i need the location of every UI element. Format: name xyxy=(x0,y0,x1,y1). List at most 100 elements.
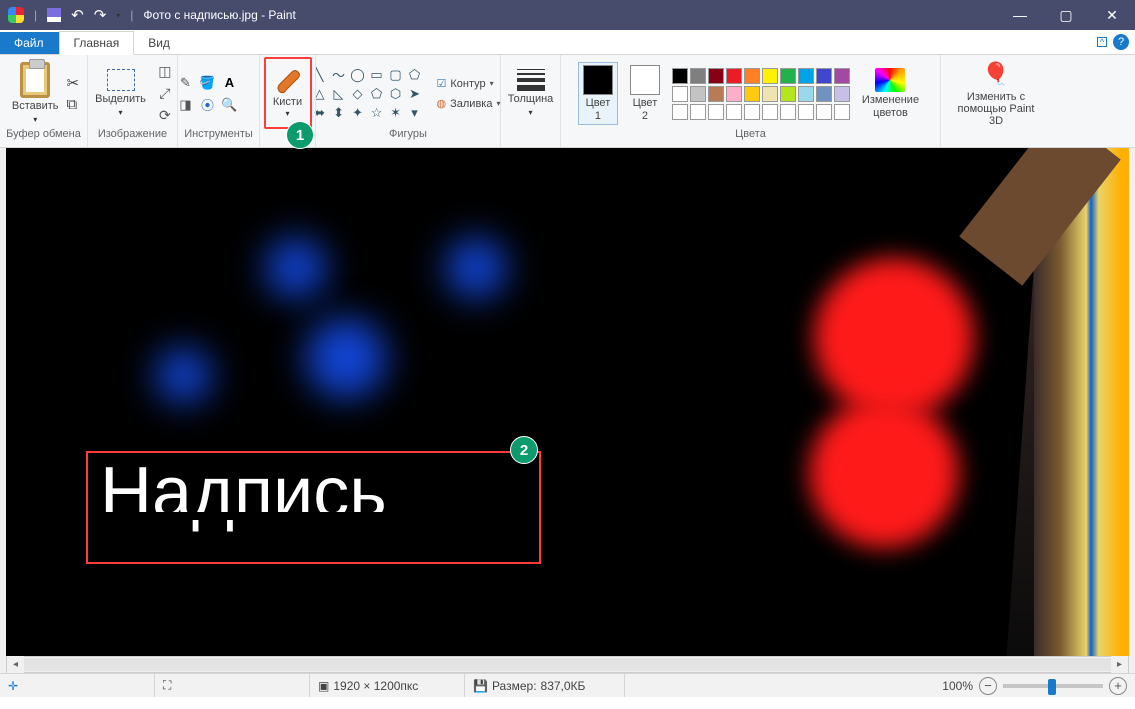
bucket-icon[interactable]: 🪣 xyxy=(199,74,217,92)
group-clipboard: Вставить▾ ✂ ⧉ Буфер обмена xyxy=(0,55,88,147)
qat-dropdown-icon[interactable]: ▾ xyxy=(116,10,120,20)
zoom-out-button[interactable]: − xyxy=(979,677,997,695)
magnifier-icon[interactable]: 🔍 xyxy=(221,96,239,114)
tab-view[interactable]: Вид xyxy=(134,32,185,54)
pencil-icon[interactable]: ✎ xyxy=(177,74,195,92)
selection-icon: ⛶ xyxy=(163,678,171,693)
select-button[interactable]: Выделить▾ xyxy=(91,67,150,119)
file-size-label: Размер: xyxy=(492,679,537,693)
callout-2: 2 xyxy=(510,436,538,464)
minimize-button[interactable]: — xyxy=(997,0,1043,30)
save-icon[interactable] xyxy=(47,8,61,22)
tab-home[interactable]: Главная xyxy=(59,31,135,55)
palette-swatch[interactable] xyxy=(780,86,796,102)
palette-swatch[interactable] xyxy=(726,86,742,102)
shape-arr3-icon: ⬍ xyxy=(331,105,347,121)
scroll-left-icon[interactable]: ◂ xyxy=(7,656,24,673)
shape-star4-icon: ✦ xyxy=(350,105,366,121)
color1-button[interactable]: Цвет 1 xyxy=(578,62,618,124)
zoom-in-button[interactable]: + xyxy=(1109,677,1127,695)
ribbon: Вставить▾ ✂ ⧉ Буфер обмена Выделить▾ ◫ ⤢… xyxy=(0,55,1135,148)
zoom-value: 100% xyxy=(942,679,973,693)
minimize-ribbon-icon[interactable]: ^ xyxy=(1097,37,1107,47)
color-palette[interactable] xyxy=(672,68,850,120)
palette-swatch[interactable] xyxy=(762,104,778,120)
rotate-icon[interactable]: ⟳ xyxy=(156,107,174,125)
separator-icon: | xyxy=(34,8,37,22)
shape-polygon-icon: ⬠ xyxy=(407,67,423,83)
maximize-button[interactable]: ▢ xyxy=(1043,0,1089,30)
group-size: Толщина▾ . xyxy=(501,55,561,147)
copy-icon[interactable]: ⧉ xyxy=(67,96,80,113)
size-inner-label: Толщина xyxy=(508,93,554,105)
color2-button[interactable]: Цвет 2 xyxy=(626,63,664,123)
close-button[interactable]: ✕ xyxy=(1089,0,1135,30)
palette-swatch[interactable] xyxy=(780,68,796,84)
palette-swatch[interactable] xyxy=(672,86,688,102)
palette-swatch[interactable] xyxy=(708,86,724,102)
file-size-value: 837,0КБ xyxy=(541,679,586,693)
palette-swatch[interactable] xyxy=(834,104,850,120)
palette-swatch[interactable] xyxy=(762,68,778,84)
redo-icon[interactable]: ↷ xyxy=(94,6,107,24)
group-brushes: Кисти ▾ 1 . xyxy=(260,55,316,147)
palette-swatch[interactable] xyxy=(672,68,688,84)
chevron-down-icon: ▾ xyxy=(285,108,289,118)
palette-swatch[interactable] xyxy=(690,68,706,84)
shapes-gallery[interactable]: ╲〜◯▭▢⬠ △◺◇⬠⬡➤ ⬌⬍✦☆✶▾ xyxy=(312,67,423,121)
canvas-size-value: 1920 × 1200пкс xyxy=(333,679,418,693)
shape-pent-icon: ⬠ xyxy=(369,86,385,102)
palette-swatch[interactable] xyxy=(744,104,760,120)
text-icon[interactable]: A xyxy=(221,74,239,92)
undo-icon[interactable]: ↶ xyxy=(71,6,84,24)
palette-swatch[interactable] xyxy=(816,68,832,84)
color2-swatch-icon xyxy=(630,65,660,95)
brushes-button[interactable]: Кисти ▾ xyxy=(264,57,312,129)
palette-swatch[interactable] xyxy=(690,104,706,120)
palette-swatch[interactable] xyxy=(672,104,688,120)
paint3d-button[interactable]: 🎈 Изменить с помощью Paint 3D xyxy=(947,59,1045,129)
outline-label: Контур xyxy=(450,78,485,90)
paint3d-icon: 🎈 xyxy=(982,61,1010,89)
palette-swatch[interactable] xyxy=(744,86,760,102)
palette-swatch[interactable] xyxy=(798,104,814,120)
shape-star5-icon: ☆ xyxy=(369,105,385,121)
shape-oval-icon: ◯ xyxy=(350,67,366,83)
palette-swatch[interactable] xyxy=(834,68,850,84)
zoom-slider[interactable] xyxy=(1003,684,1103,688)
eraser-icon[interactable]: ◨ xyxy=(177,96,195,114)
palette-swatch[interactable] xyxy=(726,68,742,84)
edit-colors-button[interactable]: Изменение цветов xyxy=(858,66,923,120)
help-icon[interactable]: ? xyxy=(1113,34,1129,50)
palette-swatch[interactable] xyxy=(744,68,760,84)
palette-swatch[interactable] xyxy=(798,68,814,84)
palette-swatch[interactable] xyxy=(816,86,832,102)
shape-more-icon: ▾ xyxy=(407,105,423,121)
canvas-image: Надпись 2 xyxy=(6,148,1129,667)
size-button[interactable]: Толщина▾ xyxy=(504,67,558,119)
palette-swatch[interactable] xyxy=(834,86,850,102)
palette-swatch[interactable] xyxy=(780,104,796,120)
horizontal-scrollbar[interactable]: ◂ ▸ xyxy=(6,656,1129,673)
palette-swatch[interactable] xyxy=(762,86,778,102)
edit-colors-label: Изменение цветов xyxy=(862,94,919,118)
palette-swatch[interactable] xyxy=(798,86,814,102)
palette-swatch[interactable] xyxy=(816,104,832,120)
scroll-right-icon[interactable]: ▸ xyxy=(1111,656,1128,673)
crop-icon[interactable]: ◫ xyxy=(156,63,174,81)
brush-icon xyxy=(274,68,302,96)
cut-icon[interactable]: ✂ xyxy=(67,74,80,92)
resize-icon[interactable]: ⤢ xyxy=(156,85,174,103)
tab-file[interactable]: Файл xyxy=(0,32,59,54)
shape-fill-dropdown[interactable]: ◍Заливка▾ xyxy=(433,95,505,112)
shape-outline-dropdown[interactable]: ☑Контур▾ xyxy=(433,75,505,92)
palette-swatch[interactable] xyxy=(726,104,742,120)
picker-icon[interactable]: ⦿ xyxy=(199,96,217,114)
palette-swatch[interactable] xyxy=(708,104,724,120)
palette-swatch[interactable] xyxy=(708,68,724,84)
palette-swatch[interactable] xyxy=(690,86,706,102)
paste-button[interactable]: Вставить▾ xyxy=(8,60,63,126)
canvas-viewport[interactable]: Надпись 2 xyxy=(6,148,1129,667)
group-paint3d: 🎈 Изменить с помощью Paint 3D . xyxy=(941,55,1051,147)
canvas-size-icon: ▣ xyxy=(318,679,329,693)
